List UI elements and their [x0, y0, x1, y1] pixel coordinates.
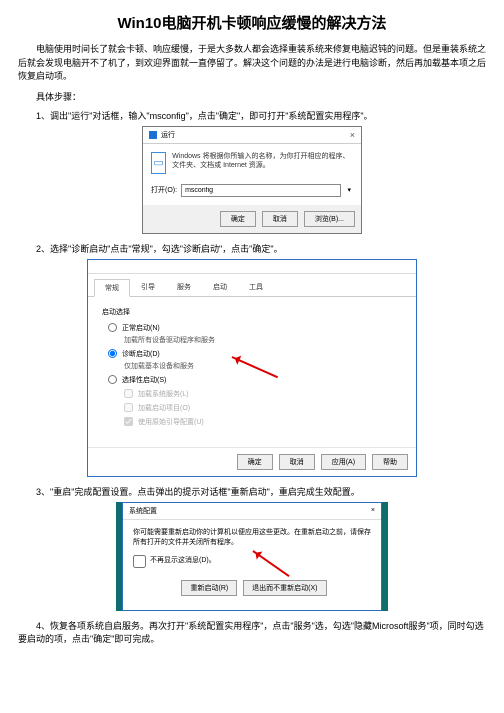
restart-dialog: 系统配置 × 你可能需要重新启动你的计算机以便应用这些更改。在重新启动之前，请保… [122, 502, 382, 611]
run-hint: Windows 将根据你所输入的名称，为你打开相应的程序、文件夹、文档或 Int… [172, 152, 353, 174]
sel-sub-1: 加载系统服务(L) [124, 389, 402, 399]
dont-show-checkbox[interactable] [133, 555, 146, 568]
cancel-button[interactable]: 取消 [279, 454, 315, 470]
ok-button[interactable]: 确定 [237, 454, 273, 470]
step-2: 2、选择"诊断启动"点击"常规"，勾选"诊断启动"，点击"确定"。 [18, 242, 486, 255]
msconfig-titlebar [88, 260, 416, 274]
run-dialog: 运行 × ▭ Windows 将根据你所输入的名称，为你打开相应的程序、文件夹、… [142, 126, 362, 234]
msconfig-dialog: 常规 引导 服务 启动 工具 启动选择 正常启动(N) 加载所有设备驱动程序和服… [87, 259, 417, 477]
opt-diag-label: 诊断启动(D) [122, 349, 160, 359]
run-dialog-titlebar: 运行 × [143, 127, 361, 144]
opt-selective[interactable]: 选择性启动(S) [108, 375, 402, 385]
sel-sub-2-label: 加载启动项目(O) [138, 403, 190, 413]
close-icon[interactable]: × [350, 130, 355, 140]
steps-label: 具体步骤： [18, 90, 486, 103]
run-icon [149, 131, 157, 139]
dont-show-label: 不再显示这消息(D)。 [150, 556, 216, 567]
opt-selective-label: 选择性启动(S) [122, 375, 166, 385]
sel-sub-1-label: 加载系统服务(L) [138, 389, 189, 399]
page-title: Win10电脑开机卡顿响应缓慢的解决方法 [18, 12, 486, 33]
opt-normal[interactable]: 正常启动(N) [108, 323, 402, 333]
tab-tools[interactable]: 工具 [238, 278, 274, 296]
radio-normal[interactable] [108, 323, 117, 332]
help-button[interactable]: 帮助 [372, 454, 408, 470]
sel-sub-2: 加载启动项目(O) [124, 403, 402, 413]
tab-boot[interactable]: 引导 [130, 278, 166, 296]
ok-button[interactable]: 确定 [220, 211, 256, 227]
tab-startup[interactable]: 启动 [202, 278, 238, 296]
radio-diag[interactable] [108, 349, 117, 358]
restart-title: 系统配置 [129, 506, 157, 516]
radio-selective[interactable] [108, 375, 117, 384]
close-icon[interactable]: × [371, 507, 375, 514]
run-dialog-title: 运行 [161, 130, 175, 140]
tab-services[interactable]: 服务 [166, 278, 202, 296]
sel-sub-3: 使用原始引导配置(U) [124, 417, 402, 427]
apply-button[interactable]: 应用(A) [321, 454, 366, 470]
startup-selection-label: 启动选择 [102, 307, 402, 317]
open-label: 打开(O): [151, 185, 177, 195]
chk-startup-items [124, 403, 133, 412]
step-3: 3、"重启"完成配置设置。点击弹出的提示对话框"重新启动"，重启完成生效配置。 [18, 485, 486, 498]
sel-sub-3-label: 使用原始引导配置(U) [138, 417, 204, 427]
step-1: 1、调出"运行"对话框，输入"msconfig"，点击"确定"，即可打开"系统配… [18, 109, 486, 122]
chk-sys-services [124, 389, 133, 398]
step-4: 4、恢复各项系统自启服务。再次打开"系统配置实用程序"，点击"服务"选，勾选"隐… [18, 619, 486, 645]
open-input[interactable] [181, 184, 341, 197]
exit-button[interactable]: 退出而不重新启动(X) [243, 580, 326, 596]
chk-original-boot [124, 417, 133, 426]
tab-general[interactable]: 常规 [94, 279, 130, 297]
cancel-button[interactable]: 取消 [262, 211, 298, 227]
intro-paragraph: 电脑使用时间长了就会卡顿、响应缓慢，于是大多数人都会选择重装系统来修复电脑迟钝的… [18, 43, 486, 84]
run-app-icon: ▭ [151, 152, 166, 174]
tab-bar: 常规 引导 服务 启动 工具 [88, 274, 416, 297]
opt-normal-sub: 加载所有设备驱动程序和服务 [124, 335, 402, 345]
opt-diag[interactable]: 诊断启动(D) [108, 349, 402, 359]
opt-normal-label: 正常启动(N) [122, 323, 160, 333]
restart-button[interactable]: 重新启动(R) [181, 580, 237, 596]
browse-button[interactable]: 浏览(B)... [304, 211, 355, 227]
dropdown-icon[interactable]: ▾ [345, 186, 353, 194]
restart-message: 你可能需要重新启动你的计算机以便应用这些更改。在重新启动之前，请保存所有打开的文… [133, 528, 371, 549]
